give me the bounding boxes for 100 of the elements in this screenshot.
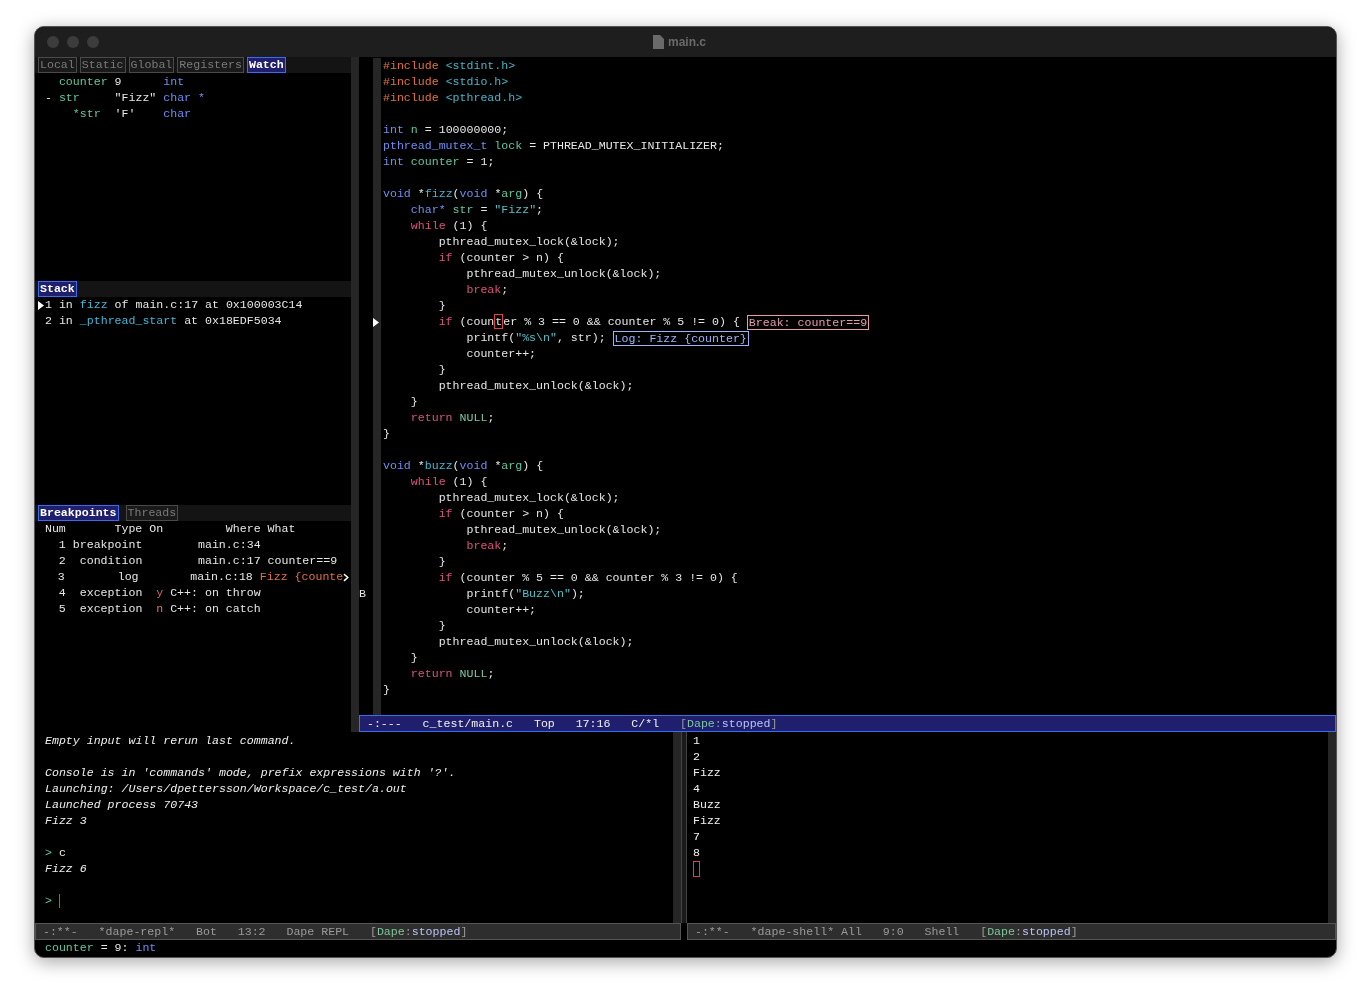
stack-frame[interactable]: 1 in fizz of main.c:17 at 0x100003C14 bbox=[45, 297, 303, 313]
code-text: return NULL; bbox=[409, 410, 495, 426]
table-cell: breakpoint bbox=[72, 537, 143, 553]
code-text: pthread_mutex_unlock(&lock); bbox=[465, 266, 662, 282]
code-text: if (counter % 5 == 0 && counter % 3 != 0) { bbox=[437, 570, 738, 586]
code-text: pthread_mutex_lock(&lock); bbox=[437, 490, 620, 506]
table-cell: C++: on catch bbox=[170, 601, 261, 617]
code-text: if (counter > n) { bbox=[437, 506, 564, 522]
code-text: } bbox=[409, 650, 418, 666]
mode-line-item: *dape-shell* All bbox=[750, 923, 862, 940]
code-text: } bbox=[437, 554, 446, 570]
table-cell[interactable]: y bbox=[156, 586, 164, 599]
code-text: pthread_mutex_unlock(&lock); bbox=[437, 634, 634, 650]
code-text: while (1) { bbox=[409, 474, 488, 490]
column-header: On bbox=[149, 521, 164, 537]
echo-area-text: counter = 9: int bbox=[45, 941, 157, 954]
variable-type: int bbox=[163, 74, 185, 90]
code-text: int counter = 1; bbox=[383, 154, 495, 170]
variable-type: char bbox=[163, 106, 192, 122]
mode-line-item: Dape REPL bbox=[286, 923, 350, 940]
debugger-status: [Dape:stopped] bbox=[369, 923, 468, 940]
table-cell-text: 5 bbox=[57, 601, 66, 617]
minimize-icon[interactable] bbox=[67, 36, 79, 48]
console-message: Fizz 3 bbox=[45, 814, 87, 827]
code-text: printf("%s\n", str); bbox=[465, 330, 606, 346]
console-message: Launched process 70743 bbox=[45, 798, 199, 811]
shell-output: Buzz bbox=[693, 798, 721, 811]
mode-line-item: 9:0 bbox=[882, 923, 904, 940]
close-icon[interactable] bbox=[47, 36, 59, 48]
mode-line-item: Top bbox=[533, 715, 555, 732]
code-text: printf("Buzz\n"); bbox=[465, 586, 585, 602]
window-title: main.c bbox=[668, 34, 706, 50]
table-cell-text: log bbox=[116, 569, 139, 585]
zoom-icon[interactable] bbox=[87, 36, 99, 48]
code-text: #include <stdio.h> bbox=[383, 74, 509, 90]
table-cell-text: 3 bbox=[56, 569, 65, 585]
code-text: if (counter > n) { bbox=[437, 250, 564, 266]
shell-output: 4 bbox=[693, 782, 700, 795]
table-cell-text: 4 bbox=[57, 585, 66, 601]
code-text: } bbox=[437, 362, 446, 378]
shell-output: 2 bbox=[693, 750, 700, 763]
shell-output: Fizz bbox=[693, 766, 721, 779]
table-cell-text: exception bbox=[78, 585, 143, 601]
column-header: What bbox=[267, 521, 296, 537]
variable-name: str bbox=[58, 91, 80, 104]
panel-tab[interactable]: Breakpoints bbox=[38, 505, 119, 521]
breakpoint-marker: B bbox=[359, 586, 366, 602]
debugger-status: [Dape:stopped] bbox=[980, 923, 1078, 940]
code-text: pthread_mutex_t lock = PTHREAD_MUTEX_INITIALIZER; bbox=[383, 138, 724, 154]
console-message: Fizz 6 bbox=[45, 862, 87, 875]
panel-tab[interactable]: Static bbox=[79, 57, 126, 73]
table-cell: counter==9 bbox=[267, 553, 338, 569]
code-text: } bbox=[437, 618, 446, 634]
shell-output: 8 bbox=[693, 846, 700, 859]
code-text: } bbox=[409, 394, 418, 410]
table-cell-text: main.c:18 bbox=[189, 569, 253, 585]
mode-line-item: -:**- bbox=[694, 923, 730, 940]
debugger-status: [Dape:stopped] bbox=[680, 715, 778, 732]
console-message: Console is in 'commands' mode, prefix expressions with '?'. bbox=[45, 766, 456, 779]
code-text: void *fizz(void *arg) { bbox=[383, 186, 544, 202]
code-text: #include <pthread.h> bbox=[383, 90, 523, 106]
table-cell-text: 1 bbox=[57, 537, 66, 553]
code-text: return NULL; bbox=[409, 666, 495, 682]
mode-line-item: -:--- bbox=[366, 715, 402, 732]
collapse-toggle[interactable]: - bbox=[45, 91, 52, 104]
panel-tab[interactable]: Registers bbox=[177, 57, 244, 73]
code-text: pthread_mutex_unlock(&lock); bbox=[465, 522, 662, 538]
mode-line-item: c_test/main.c bbox=[422, 715, 514, 732]
code-text: #include <stdint.h> bbox=[383, 58, 516, 74]
command-text: c bbox=[58, 845, 66, 861]
variable-value: 9 bbox=[114, 74, 123, 90]
stack-frame[interactable]: 2 in _pthread_start at 0x18EDF5034 bbox=[45, 313, 282, 329]
variable-type: char * bbox=[163, 90, 205, 106]
shell-output: 7 bbox=[693, 830, 700, 843]
code-text: counter++; bbox=[465, 346, 537, 362]
table-cell-text: exception bbox=[78, 601, 143, 617]
document-icon bbox=[653, 35, 664, 49]
table-cell-text: main.c:34 bbox=[196, 537, 261, 553]
code-text: } bbox=[437, 298, 446, 314]
console-message: Empty input will rerun last command. bbox=[45, 734, 296, 747]
shell-output: Fizz bbox=[693, 814, 721, 827]
panel-tab[interactable]: Threads bbox=[125, 505, 179, 521]
code-text: counter++; bbox=[465, 602, 537, 618]
mode-line-item: 17:16 bbox=[575, 715, 611, 732]
column-header: Num bbox=[43, 521, 66, 537]
log-annotation: Log: Fizz {counter} bbox=[612, 330, 749, 346]
panel-tab[interactable]: Stack bbox=[38, 281, 77, 297]
table-cell[interactable]: n bbox=[156, 602, 164, 615]
code-text: while (1) { bbox=[409, 218, 488, 234]
code-text: } bbox=[383, 426, 390, 442]
panel-tab[interactable]: Global bbox=[128, 57, 175, 73]
table-cell-text: 2 bbox=[57, 553, 66, 569]
panel-tab[interactable]: Local bbox=[38, 57, 77, 73]
panel-tab[interactable]: Watch bbox=[246, 57, 286, 73]
code-text: pthread_mutex_unlock(&lock); bbox=[437, 378, 634, 394]
shell-output: 1 bbox=[693, 734, 700, 747]
prompt: > bbox=[45, 845, 52, 861]
code-text: break; bbox=[465, 538, 509, 554]
code-text: int n = 100000000; bbox=[383, 122, 509, 138]
mode-line-item: 13:2 bbox=[237, 923, 266, 940]
